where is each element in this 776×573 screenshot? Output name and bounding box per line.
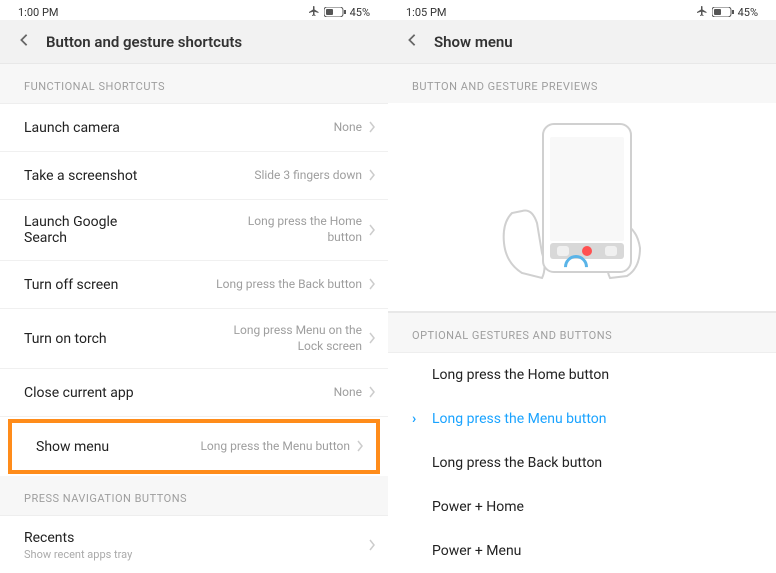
item-recents[interactable]: Recents Show recent apps tray	[0, 516, 388, 573]
item-main: Recents Show recent apps tray	[24, 530, 132, 561]
item-sub: Show recent apps tray	[24, 548, 132, 561]
item-right: Slide 3 fingers down	[254, 166, 376, 185]
option-label: Long press the Back button	[432, 455, 602, 471]
item-value: Long press the Back button	[216, 277, 362, 293]
battery-icon	[324, 7, 346, 17]
gesture-preview	[388, 103, 776, 303]
item-right: Long press the Menu button	[200, 437, 364, 456]
airplane-icon	[696, 5, 708, 20]
chevron-right-icon	[368, 536, 376, 555]
phone-screen-icon	[550, 137, 624, 241]
chevron-right-icon	[368, 275, 376, 294]
item-value: Long press Menu on the Lock screen	[212, 323, 362, 354]
battery-icon	[712, 7, 734, 17]
nav-menu-icon	[557, 246, 569, 256]
item-launch-google-search[interactable]: Launch Google Search Long press the Home…	[0, 200, 388, 261]
item-title: Launch camera	[24, 120, 120, 136]
option-power-home[interactable]: › Power + Home	[388, 485, 776, 529]
item-right: None	[334, 118, 376, 137]
section-press-nav: PRESS NAVIGATION BUTTONS	[0, 476, 388, 516]
option-label: Long press the Home button	[432, 367, 609, 383]
section-functional-shortcuts: FUNCTIONAL SHORTCUTS	[0, 64, 388, 104]
item-value: None	[334, 385, 362, 401]
status-bar: 1:00 PM 45%	[0, 0, 388, 20]
status-bar: 1:05 PM 45%	[388, 0, 776, 20]
phone-navbar-icon	[550, 243, 624, 259]
item-value: Long press the Menu button	[200, 439, 350, 455]
airplane-icon	[308, 5, 320, 20]
item-title: Recents	[24, 530, 132, 546]
item-launch-camera[interactable]: Launch camera None	[0, 104, 388, 152]
header-bar: Show menu	[388, 20, 776, 64]
battery-text: 45%	[350, 6, 370, 19]
item-right: Long press the Home button	[212, 214, 376, 245]
section-preview: BUTTON AND GESTURE PREVIEWS	[388, 64, 776, 103]
header-bar: Button and gesture shortcuts	[0, 20, 388, 64]
status-time: 1:00 PM	[18, 6, 58, 19]
item-title: Show menu	[36, 439, 109, 455]
status-time: 1:05 PM	[406, 6, 446, 19]
highlight-show-menu: Show menu Long press the Menu button	[8, 419, 380, 474]
item-turn-on-torch[interactable]: Turn on torch Long press Menu on the Loc…	[0, 309, 388, 369]
option-long-press-menu[interactable]: › Long press the Menu button	[388, 397, 776, 441]
item-title: Launch Google Search	[24, 214, 154, 246]
option-power-menu[interactable]: › Power + Menu	[388, 529, 776, 573]
page-title: Button and gesture shortcuts	[46, 33, 242, 51]
chevron-right-icon	[356, 437, 364, 456]
phone-illustration	[482, 123, 682, 293]
chevron-right-icon	[368, 221, 376, 240]
item-right	[368, 536, 376, 555]
status-icons: 45%	[308, 5, 370, 20]
item-value: None	[334, 120, 362, 136]
option-label: Power + Home	[432, 499, 524, 515]
option-long-press-back[interactable]: › Long press the Back button	[388, 441, 776, 485]
item-value: Long press the Home button	[212, 214, 362, 245]
item-turn-off-screen[interactable]: Turn off screen Long press the Back butt…	[0, 261, 388, 309]
battery-text: 45%	[738, 6, 758, 19]
back-icon[interactable]	[18, 32, 30, 51]
check-icon: ›	[412, 411, 422, 427]
status-icons: 45%	[696, 5, 758, 20]
chevron-right-icon	[368, 166, 376, 185]
chevron-right-icon	[368, 383, 376, 402]
nav-back-icon	[605, 246, 617, 256]
item-title: Turn on torch	[24, 331, 107, 347]
item-show-menu[interactable]: Show menu Long press the Menu button	[12, 423, 376, 470]
chevron-right-icon	[368, 329, 376, 348]
chevron-right-icon	[368, 118, 376, 137]
option-long-press-home[interactable]: › Long press the Home button	[388, 353, 776, 397]
section-optional-gestures: OPTIONAL GESTURES AND BUTTONS	[388, 313, 776, 353]
item-title: Close current app	[24, 385, 134, 401]
screen-show-menu: 1:05 PM 45% Show menu BUTTON AND GESTURE…	[388, 0, 776, 573]
item-take-screenshot[interactable]: Take a screenshot Slide 3 fingers down	[0, 152, 388, 200]
item-right: None	[334, 383, 376, 402]
item-title: Take a screenshot	[24, 168, 137, 184]
item-right: Long press Menu on the Lock screen	[212, 323, 376, 354]
screen-button-shortcuts: 1:00 PM 45% Button and gesture shortcuts…	[0, 0, 388, 573]
item-title: Turn off screen	[24, 277, 118, 293]
nav-home-icon	[582, 246, 592, 256]
page-title: Show menu	[434, 33, 513, 51]
back-icon[interactable]	[406, 32, 418, 51]
option-label: Long press the Menu button	[432, 411, 607, 427]
phone-body-icon	[542, 123, 632, 273]
item-value: Slide 3 fingers down	[254, 168, 362, 184]
item-close-current-app[interactable]: Close current app None	[0, 369, 388, 417]
option-label: Power + Menu	[432, 543, 521, 559]
item-right: Long press the Back button	[216, 275, 376, 294]
